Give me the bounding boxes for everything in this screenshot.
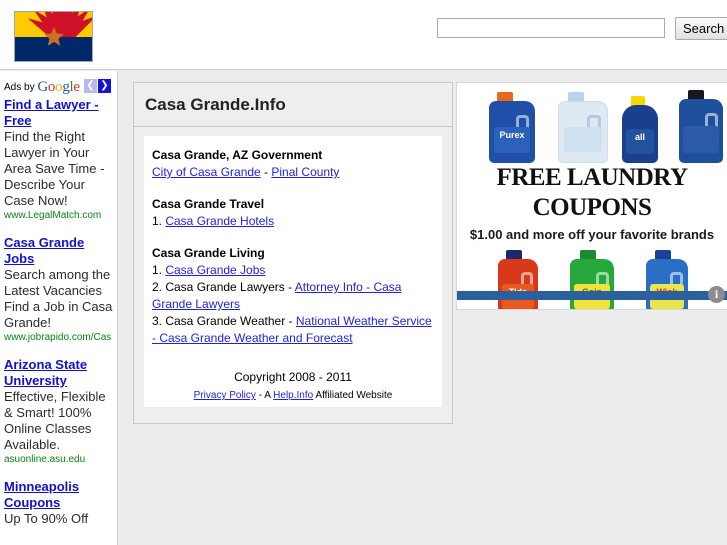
ad-url[interactable]: www.LegalMatch.com bbox=[4, 209, 113, 222]
google-ads-sidebar: Ads by Google ❮ ❯ Find a Lawyer - Free F… bbox=[0, 71, 118, 545]
link-privacy-policy[interactable]: Privacy Policy bbox=[194, 390, 256, 401]
ads-by-google-label: Ads by Google bbox=[4, 79, 80, 95]
footer-links: Privacy Policy - A Help.Info Affiliated … bbox=[152, 389, 434, 403]
arizona-flag-icon bbox=[14, 11, 93, 62]
footer-mid-text: - A bbox=[255, 390, 274, 401]
ad-description: Effective, Flexible & Smart! 100% Online… bbox=[4, 389, 106, 452]
section-heading-government: Casa Grande, AZ Government bbox=[152, 148, 323, 162]
content-body: Casa Grande, AZ Government City of Casa … bbox=[144, 136, 442, 407]
ad-url[interactable]: www.jobrapido.com/Cas bbox=[4, 331, 113, 344]
ads-navigation[interactable]: ❮ ❯ bbox=[84, 79, 111, 93]
link-casa-grande-hotels[interactable]: Casa Grande Hotels bbox=[165, 214, 274, 228]
detergent-bottle-tide: Tide bbox=[498, 250, 538, 309]
banner-headline: FREE LAUNDRY COUPONS bbox=[496, 164, 688, 221]
ad-description: Search among the Latest Vacancies Find a… bbox=[4, 267, 113, 330]
item-text: Casa Grande Weather - bbox=[165, 314, 296, 328]
sidebar-ad-item: Arizona State University Effective, Flex… bbox=[4, 357, 113, 466]
item-number: 3. bbox=[152, 314, 166, 328]
page-title: Casa Grande.Info bbox=[134, 83, 452, 127]
sidebar-ad-item: Casa Grande Jobs Search among the Latest… bbox=[4, 235, 113, 344]
list-item: 1. Casa Grande Hotels bbox=[152, 213, 434, 230]
section-heading-travel: Casa Grande Travel bbox=[152, 197, 265, 211]
government-links: City of Casa Grande - Pinal County bbox=[152, 164, 434, 181]
link-casa-grande-jobs[interactable]: Casa Grande Jobs bbox=[165, 263, 265, 277]
ad-title-link[interactable]: Find a Lawyer - Free bbox=[4, 97, 113, 129]
ad-description: Find the Right Lawyer in Your Area Save … bbox=[4, 129, 105, 208]
detergent-bottle-all: all bbox=[622, 96, 658, 163]
sidebar-ad-item: Find a Lawyer - Free Find the Right Lawy… bbox=[4, 97, 113, 222]
link-pinal-county[interactable]: Pinal County bbox=[271, 165, 339, 179]
detergent-bottle-purex: Purex bbox=[489, 92, 535, 163]
main-content-panel: Casa Grande.Info Casa Grande, AZ Governm… bbox=[133, 82, 453, 424]
bottle-label bbox=[683, 125, 719, 153]
item-number: 2. bbox=[152, 280, 166, 294]
flag-star-icon bbox=[43, 26, 64, 46]
link-separator: - bbox=[260, 165, 272, 179]
search-button[interactable]: Search bbox=[675, 17, 727, 40]
page-header: Search bbox=[0, 0, 727, 70]
detergent-bottle-wisk: Wisk bbox=[646, 250, 688, 309]
ad-title-link[interactable]: Arizona State University bbox=[4, 357, 113, 389]
ad-description: Up To 90% Off bbox=[4, 511, 89, 526]
laundry-coupons-banner-ad[interactable]: Purex all FREE LAUNDRY COUPONS $1.00 and bbox=[456, 82, 727, 310]
banner-top-bottles: Purex all bbox=[457, 87, 727, 163]
copyright-text: Copyright 2008 - 2011 bbox=[234, 370, 352, 384]
detergent-bottle-gain: Gain bbox=[570, 250, 614, 309]
link-help-info[interactable]: Help.Info bbox=[273, 390, 313, 401]
bottle-label bbox=[563, 127, 603, 153]
banner-blue-bar bbox=[457, 291, 727, 300]
chevron-right-icon[interactable]: ❯ bbox=[98, 79, 111, 93]
item-number: 1. bbox=[152, 263, 166, 277]
list-item: 3. Casa Grande Weather - National Weathe… bbox=[152, 313, 434, 347]
bottle-label: Purex bbox=[493, 127, 531, 154]
banner-subtext: $1.00 and more off your favorite brands bbox=[469, 227, 715, 242]
section-heading-living: Casa Grande Living bbox=[152, 246, 265, 260]
bottle-label: all bbox=[625, 129, 655, 154]
item-number: 1. bbox=[152, 214, 166, 228]
search-input[interactable] bbox=[437, 18, 665, 38]
ad-url[interactable]: asuonline.asu.edu bbox=[4, 453, 113, 466]
detergent-bottle-white bbox=[558, 92, 608, 163]
list-item: 1. Casa Grande Jobs bbox=[152, 262, 434, 279]
list-item: 2. Casa Grande Lawyers - Attorney Info -… bbox=[152, 279, 434, 313]
link-city-of-casa-grande[interactable]: City of Casa Grande bbox=[152, 165, 261, 179]
ad-title-link[interactable]: Casa Grande Jobs bbox=[4, 235, 113, 267]
chevron-left-icon[interactable]: ❮ bbox=[84, 79, 97, 93]
detergent-bottle-dark bbox=[679, 90, 723, 163]
banner-bottom-bottles: Tide Gain Wisk bbox=[457, 247, 727, 309]
ad-title-link[interactable]: Minneapolis Coupons bbox=[4, 479, 113, 511]
sidebar-ad-item: Minneapolis Coupons Up To 90% Off bbox=[4, 479, 113, 527]
footer-tail-text: Affiliated Website bbox=[313, 390, 393, 401]
ads-header: Ads by Google ❮ ❯ bbox=[4, 78, 113, 95]
item-text: Casa Grande Lawyers - bbox=[165, 280, 295, 294]
info-icon[interactable]: i bbox=[708, 286, 725, 303]
